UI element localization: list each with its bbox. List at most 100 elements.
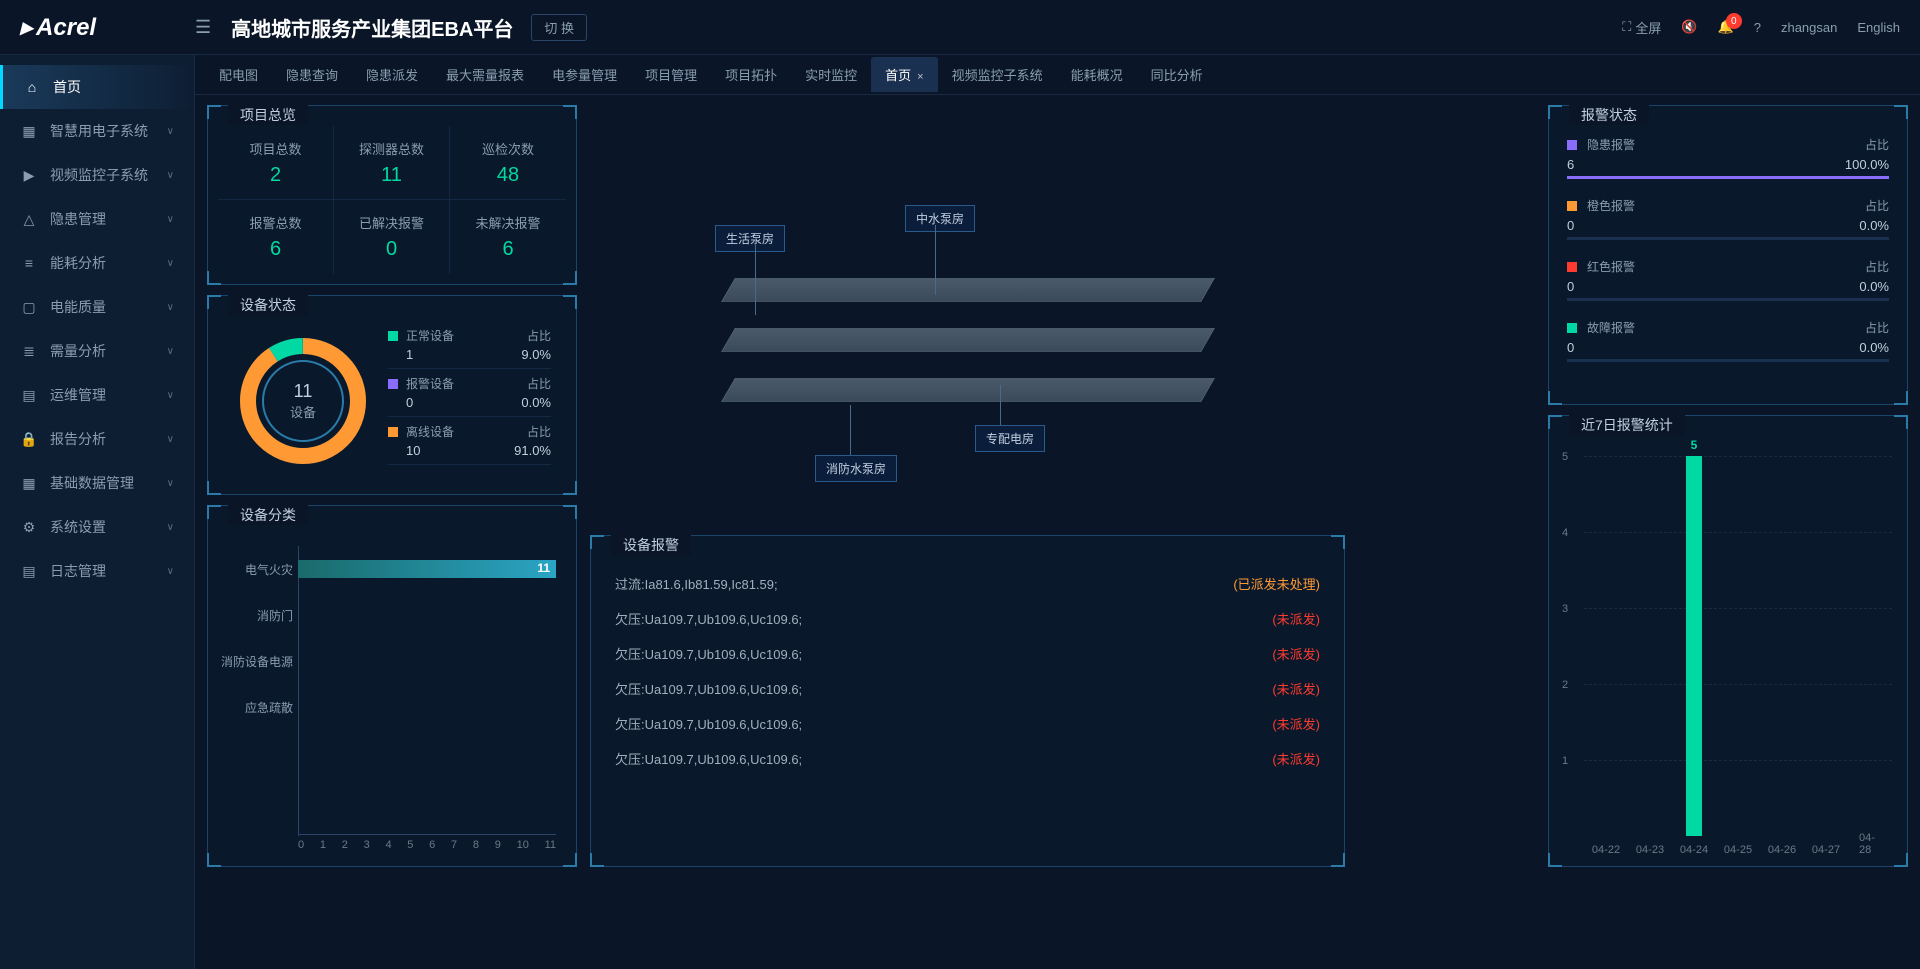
sidebar-icon: ▤ — [20, 563, 38, 580]
sidebar-item-6[interactable]: ≣需量分析∨ — [0, 329, 194, 373]
sidebar-item-8[interactable]: 🔒报告分析∨ — [0, 417, 194, 461]
mute-icon[interactable]: 🔇 — [1681, 19, 1697, 35]
alarm-row[interactable]: 欠压:Ua109.7,Ub109.6,Uc109.6;(未派发) — [611, 706, 1324, 741]
sidebar-label: 运维管理 — [50, 385, 106, 405]
fullscreen-button[interactable]: ⛶ 全屏 — [1622, 18, 1661, 37]
panel-device-category: 设备分类 电气火灾11消防门消防设备电源应急疏散 01234567891011 — [207, 505, 577, 867]
username[interactable]: zhangsan — [1781, 20, 1837, 35]
tab-10[interactable]: 能耗概况 — [1057, 57, 1137, 92]
panel-project-overview: 项目总览 项目总数2探测器总数11巡检次数48报警总数6已解决报警0未解决报警6 — [207, 105, 577, 285]
panel-3d-view[interactable]: 生活泵房 中水泵房 消防水泵房 专配电房 — [590, 105, 1345, 535]
scene-tag[interactable]: 专配电房 — [975, 425, 1045, 452]
tab-11[interactable]: 同比分析 — [1137, 57, 1217, 92]
tab-0[interactable]: 配电图 — [205, 57, 272, 92]
chevron-down-icon: ∨ — [167, 566, 174, 577]
tab-5[interactable]: 项目管理 — [631, 57, 711, 92]
chevron-down-icon: ∨ — [167, 390, 174, 401]
panel-title: 设备状态 — [228, 295, 308, 315]
bar-row: 消防门 — [298, 592, 556, 638]
x-tick: 04-25 — [1724, 844, 1752, 856]
sidebar-label: 基础数据管理 — [50, 473, 134, 493]
sidebar-icon: ≣ — [20, 343, 38, 360]
sidebar-icon: ▤ — [20, 387, 38, 404]
stat-value: 2 — [270, 164, 281, 187]
bar-label: 消防门 — [218, 607, 293, 624]
sidebar-item-11[interactable]: ▤ 日志管理 ∨ — [0, 549, 194, 593]
sidebar-item-5[interactable]: ▢电能质量∨ — [0, 285, 194, 329]
close-icon[interactable]: × — [917, 71, 923, 83]
sidebar: ⌂首页▦智慧用电子系统∨▶视频监控子系统∨△隐患管理∨≡能耗分析∨▢电能质量∨≣… — [0, 55, 195, 969]
device-status-donut: 11设备 — [233, 331, 373, 471]
scene-tag[interactable]: 消防水泵房 — [815, 455, 897, 482]
sidebar-item-10[interactable]: ⚙系统设置∨ — [0, 505, 194, 549]
overview-cell: 巡检次数48 — [450, 126, 566, 200]
legend-row: 正常设备占比19.0% — [388, 321, 551, 369]
sidebar-item-2[interactable]: ▶视频监控子系统∨ — [0, 153, 194, 197]
sidebar-icon: ▦ — [20, 123, 38, 140]
tab-2[interactable]: 隐患派发 — [352, 57, 432, 92]
alarm-row[interactable]: 欠压:Ua109.7,Ub109.6,Uc109.6;(未派发) — [611, 671, 1324, 706]
x-tick: 04-24 — [1680, 844, 1708, 856]
stat-value: 6 — [270, 238, 281, 261]
menu-toggle-icon[interactable]: ☰ — [195, 17, 211, 38]
stat-label: 项目总数 — [249, 139, 301, 158]
language-switch[interactable]: English — [1857, 20, 1900, 35]
alarm-status-row: 红色报警占比00.0% — [1567, 258, 1889, 301]
alarm-status-row: 隐患报警占比6100.0% — [1567, 136, 1889, 179]
scene-tag[interactable]: 中水泵房 — [905, 205, 975, 232]
x-tick: 04-22 — [1592, 844, 1620, 856]
alarm-row[interactable]: 欠压:Ua109.7,Ub109.6,Uc109.6;(未派发) — [611, 636, 1324, 671]
panel-title: 项目总览 — [228, 105, 308, 125]
chevron-down-icon: ∨ — [167, 214, 174, 225]
chevron-down-icon: ∨ — [167, 170, 174, 181]
alarm-row[interactable]: 欠压:Ua109.7,Ub109.6,Uc109.6; (未派发) — [611, 601, 1324, 636]
overview-cell: 探测器总数11 — [334, 126, 450, 200]
stat-label: 巡检次数 — [482, 139, 534, 158]
stat-label: 报警总数 — [249, 213, 301, 232]
chevron-down-icon: ∨ — [167, 434, 174, 445]
tab-8[interactable]: 首页× — [871, 57, 937, 92]
sidebar-label: 电能质量 — [50, 297, 106, 317]
alarm-row[interactable]: 过流:Ia81.6,Ib81.59,Ic81.59;(已派发未处理) — [611, 566, 1324, 601]
sidebar-item-4[interactable]: ≡能耗分析∨ — [0, 241, 194, 285]
sidebar-icon: △ — [20, 211, 38, 228]
bar-label: 应急疏散 — [218, 699, 293, 716]
bar-row: 电气火灾11 — [298, 546, 556, 592]
alarm-status: (未派发) — [1272, 644, 1320, 663]
sidebar-item-9[interactable]: ▦基础数据管理∨ — [0, 461, 194, 505]
scene-tag[interactable]: 生活泵房 — [715, 225, 785, 252]
logo: ▸Acrel — [20, 13, 195, 42]
chevron-down-icon: ∨ — [167, 522, 174, 533]
sidebar-icon: ⚙ — [20, 519, 38, 536]
panel-device-status: 设备状态 11设备 正常设备占比19.0%报警设备占比00.0%离线设备占比10… — [207, 295, 577, 495]
sidebar-label: 日志管理 — [50, 561, 106, 581]
stat-value: 0 — [386, 238, 397, 261]
chevron-down-icon: ∨ — [167, 346, 174, 357]
tab-9[interactable]: 视频监控子系统 — [938, 57, 1057, 92]
notifications-icon[interactable]: 🔔0 — [1718, 19, 1734, 35]
sidebar-item-1[interactable]: ▦智慧用电子系统∨ — [0, 109, 194, 153]
alarm-status: (未派发) — [1272, 679, 1320, 698]
overview-cell: 报警总数 6 — [218, 200, 334, 274]
sidebar-item-3[interactable]: △隐患管理∨ — [0, 197, 194, 241]
tab-1[interactable]: 隐患查询 — [272, 57, 352, 92]
switch-button[interactable]: 切 换 — [531, 14, 587, 41]
alarm-text: 欠压:Ua109.7,Ub109.6,Uc109.6; — [615, 609, 802, 628]
help-icon[interactable]: ? — [1754, 20, 1761, 35]
sidebar-label: 智慧用电子系统 — [50, 121, 148, 141]
tab-4[interactable]: 电参量管理 — [538, 57, 631, 92]
sidebar-item-0[interactable]: ⌂首页 — [0, 65, 194, 109]
panel-title: 报警状态 — [1569, 105, 1649, 125]
tab-7[interactable]: 实时监控 — [791, 57, 871, 92]
tab-3[interactable]: 最大需量报表 — [432, 57, 538, 92]
sidebar-icon: ▦ — [20, 475, 38, 492]
alarm-status: (未派发) — [1272, 609, 1320, 628]
tab-6[interactable]: 项目拓扑 — [711, 57, 791, 92]
overview-cell: 项目总数 2 — [218, 126, 334, 200]
bar: 5 — [1686, 456, 1702, 836]
panel-device-alarm: 设备报警 过流:Ia81.6,Ib81.59,Ic81.59;(已派发未处理)欠… — [590, 535, 1345, 867]
alarm-row[interactable]: 欠压:Ua109.7,Ub109.6,Uc109.6;(未派发) — [611, 741, 1324, 776]
x-tick: 04-28 — [1859, 832, 1881, 856]
stat-value: 11 — [381, 164, 402, 187]
sidebar-item-7[interactable]: ▤ 运维管理 ∨ — [0, 373, 194, 417]
